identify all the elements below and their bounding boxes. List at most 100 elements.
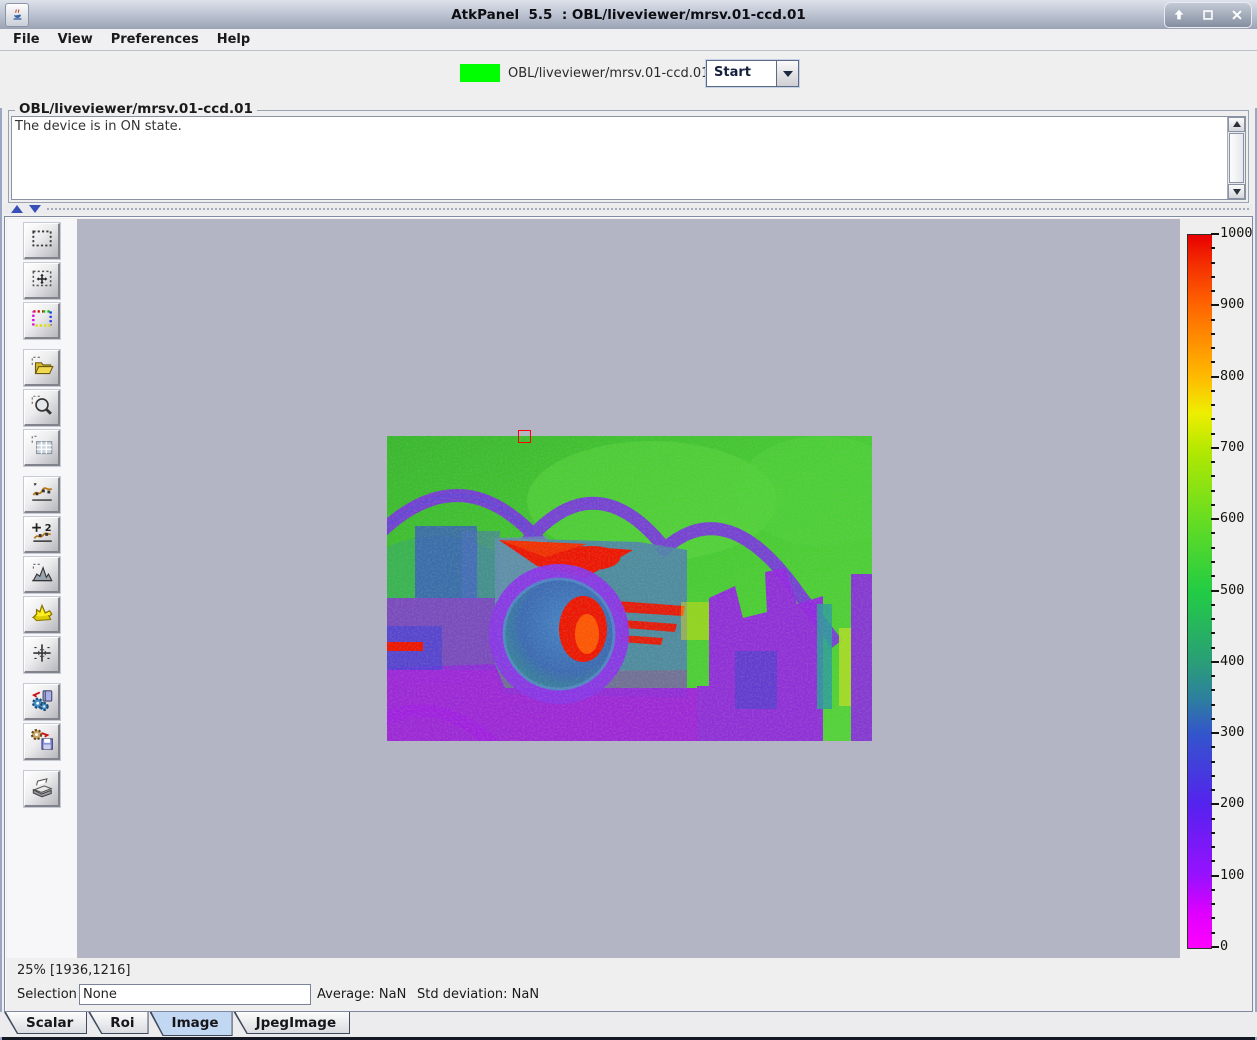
axes-settings-button[interactable] [24,637,60,673]
window-titlebar: AtkPanel 5.5 : OBL/liveviewer/mrsv.01-cc… [0,0,1257,30]
colorbar-major-tick [1211,874,1219,877]
load-file-button[interactable] [24,350,60,386]
roi-marker [518,430,531,443]
colored-selection-button[interactable] [24,303,60,339]
tab-scalar[interactable]: Scalar [4,1012,88,1034]
colorbar-gradient [1187,234,1212,949]
gears-load-icon [29,687,55,717]
colorbar-tick-label: 700 [1220,438,1245,455]
bottom-tabbar: Scalar Roi Image JpegImage [0,1012,1257,1037]
print-button[interactable] [24,771,60,807]
colorbar-minor-tick [1211,831,1215,834]
chevron-down-icon [782,70,793,77]
device-status-message: The device is in ON state. [15,119,182,134]
scroll-down-button[interactable] [1228,184,1245,199]
colorbar-tick-label: 500 [1220,581,1245,598]
colorbar-minor-tick [1211,546,1215,549]
scroll-up-button[interactable] [1228,117,1245,132]
load-settings-button[interactable] [24,684,60,720]
image-toolbar: 2 [7,219,78,958]
colorbar-minor-tick [1211,503,1215,506]
menu-item-preferences[interactable]: Preferences [102,31,208,48]
colorbar-tick-label: 900 [1220,296,1245,313]
tab-label: JpegImage [255,1015,337,1031]
collapse-up-icon[interactable] [11,205,23,213]
menu-item-file[interactable]: File [4,31,49,48]
colorbar-minor-tick [1211,432,1215,435]
colorbar-tick-label: 400 [1220,652,1245,669]
ccd-false-color-image [387,436,872,741]
colorbar-minor-tick [1211,903,1215,906]
colorbar-minor-tick [1211,290,1215,293]
surface-plot-button[interactable] [24,597,60,633]
device-status-groupbox: OBL/liveviewer/mrsv.01-ccd.01 The device… [8,101,1249,203]
grid-table-icon [29,433,55,463]
device-state-bar: OBL/liveviewer/mrsv.01-ccd.01 Start [0,51,1257,108]
divider-grip [46,207,1249,212]
tab-roi[interactable]: Roi [88,1012,149,1034]
printer-icon [29,774,55,804]
histogram-button[interactable] [24,557,60,593]
histogram-icon [29,560,55,590]
colorbar-major-tick [1211,375,1219,378]
colorbar-minor-tick [1211,675,1215,678]
colorbar-minor-tick [1211,746,1215,749]
colorbar-minor-tick [1211,560,1215,563]
colorbar-minor-tick [1211,888,1215,891]
selection-row: Selection Average: NaN Std deviation: Na… [17,984,1217,1006]
status-scrollbar[interactable] [1227,117,1245,199]
collapse-down-icon[interactable] [29,205,41,213]
zoom-selection-button[interactable] [24,390,60,426]
colorbar-minor-tick [1211,917,1215,920]
colorbar-minor-tick [1211,532,1215,535]
colorbar-minor-tick [1211,389,1215,392]
colorbar-major-tick [1211,589,1219,592]
combobox-dropdown-button[interactable] [776,61,798,86]
move-selection-button[interactable] [24,263,60,299]
maximize-button[interactable] [1198,6,1218,24]
colorbar-major-tick [1211,446,1219,449]
selection-label: Selection [17,987,77,1002]
tab-jpegimage[interactable]: JpegImage [233,1012,351,1034]
colorbar-major-tick [1211,803,1219,806]
line-profile-button[interactable] [24,477,60,513]
minimize-button[interactable] [1169,6,1189,24]
device-name-label: OBL/liveviewer/mrsv.01-ccd.01 [508,66,710,81]
scrollbar-thumb[interactable] [1229,132,1244,184]
table-view-button[interactable] [24,430,60,466]
std-deviation-stat: Std deviation: NaN [417,987,540,1002]
colorbar-tick-label: 0 [1220,938,1229,954]
tab-image[interactable]: Image [149,1012,233,1036]
colorbar-minor-tick [1211,318,1215,321]
colorbar: 0 100 200 300 400 500 600 700 800 900 1000 [1180,219,1253,958]
squared-profile-button[interactable]: 2 [24,517,60,553]
device-status-textarea[interactable]: The device is in ON state. [11,116,1246,200]
close-button[interactable] [1227,6,1247,24]
colorbar-tick-label: 200 [1220,795,1245,812]
colorbar-minor-tick [1211,774,1215,777]
colorbar-tick-label: 300 [1220,724,1245,741]
colorbar-major-tick [1211,660,1219,663]
split-pane-divider[interactable] [4,204,1253,214]
zoom-status: 25% [1936,1216] [17,963,131,978]
colorbar-minor-tick [1211,760,1215,763]
colorbar-major-tick [1211,233,1219,235]
colorbar-minor-tick [1211,632,1215,635]
window-controls [1164,2,1252,28]
colorbar-tick-label: 1000 [1220,225,1253,241]
command-combobox[interactable]: Start [706,60,799,87]
line-profile-icon [29,480,55,510]
selection-input[interactable] [79,984,311,1005]
menu-item-view[interactable]: View [49,31,102,48]
colorbar-minor-tick [1211,418,1215,421]
solid-shape-icon [29,600,55,630]
image-canvas[interactable] [77,219,1180,958]
command-combobox-value: Start [714,65,751,80]
arrow-up-icon [1232,121,1241,128]
tab-label: Scalar [26,1015,74,1031]
colorbar-minor-tick [1211,475,1215,478]
colorbar-major-tick [1211,732,1219,735]
menu-item-help[interactable]: Help [208,31,259,48]
selection-tool-button[interactable] [24,223,60,259]
save-settings-button[interactable] [24,724,60,760]
